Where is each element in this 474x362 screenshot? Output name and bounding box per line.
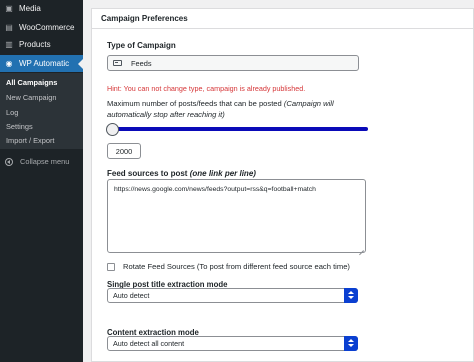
- submenu: All Campaigns New Campaign Log Settings …: [0, 73, 83, 149]
- content-extraction-value: Auto detect all content: [113, 339, 185, 348]
- woocommerce-icon: ▤: [5, 22, 13, 32]
- sidebar-item-wp-automatic[interactable]: ◉ WP Automatic: [0, 55, 83, 72]
- sidebar-item-label: WooCommerce: [19, 23, 75, 32]
- submenu-item-settings[interactable]: Settings: [6, 122, 33, 131]
- campaign-type-label: Type of Campaign: [107, 41, 176, 50]
- collapse-menu-button[interactable]: Collapse menu: [5, 157, 69, 166]
- sidebar-item-woocommerce[interactable]: ▤ WooCommerce: [0, 19, 83, 36]
- submenu-item-all-campaigns[interactable]: All Campaigns: [6, 78, 57, 87]
- admin-sidebar: ▣ Media ▤ WooCommerce ▥ Products ◉ WP Au…: [0, 0, 83, 362]
- panel-header: Campaign Preferences: [92, 9, 474, 29]
- content-extraction-select[interactable]: Auto detect all content: [107, 336, 358, 351]
- sidebar-item-label: Media: [19, 4, 41, 13]
- type-hint: Hint: You can not change type, campaign …: [107, 84, 306, 93]
- automatic-icon: ◉: [5, 58, 13, 68]
- collapse-icon: [5, 157, 13, 166]
- title-extraction-value: Auto detect: [113, 291, 150, 300]
- sidebar-item-products[interactable]: ▥ Products: [0, 36, 83, 53]
- feed-sources-textarea[interactable]: https://news.google.com/news/feeds?outpu…: [107, 179, 366, 253]
- max-posts-text: Maximum number of posts/feeds that can b…: [107, 99, 282, 108]
- sidebar-item-label: Products: [19, 40, 51, 49]
- campaign-type-field: Feeds: [107, 55, 359, 71]
- feed-sources-text: Feed sources to post: [107, 169, 188, 178]
- sidebar-item-media[interactable]: ▣ Media: [0, 0, 83, 17]
- media-icon: ▣: [5, 3, 13, 13]
- feed-type-icon: [113, 60, 122, 66]
- submenu-item-log[interactable]: Log: [6, 108, 18, 117]
- rotate-feed-sources-checkbox[interactable]: [107, 262, 115, 271]
- rotate-feed-sources-row[interactable]: Rotate Feed Sources (To post from differ…: [107, 262, 350, 271]
- max-posts-slider-handle[interactable]: [106, 123, 119, 136]
- campaign-preferences-panel: Campaign Preferences Type of Campaign Fe…: [91, 8, 474, 362]
- panel-title: Campaign Preferences: [101, 14, 188, 23]
- select-arrows-icon: [344, 336, 358, 351]
- feed-sources-value: https://news.google.com/news/feeds?outpu…: [114, 186, 316, 193]
- sidebar-item-label: WP Automatic: [19, 59, 70, 68]
- campaign-type-value: Feeds: [131, 58, 152, 68]
- collapse-label: Collapse menu: [20, 157, 70, 166]
- title-extraction-select[interactable]: Auto detect: [107, 288, 358, 303]
- feed-sources-note: (one link per line): [189, 169, 256, 178]
- submenu-item-import-export[interactable]: Import / Export: [6, 136, 54, 145]
- rotate-feed-sources-label: Rotate Feed Sources (To post from differ…: [123, 262, 350, 271]
- active-indicator: [78, 59, 83, 69]
- resize-handle-icon[interactable]: [358, 245, 364, 251]
- max-posts-label: Maximum number of posts/feeds that can b…: [107, 98, 377, 120]
- max-posts-slider-track[interactable]: [109, 127, 368, 131]
- submenu-item-new-campaign[interactable]: New Campaign: [6, 93, 57, 102]
- products-icon: ▥: [5, 39, 13, 49]
- max-posts-input[interactable]: 2000: [107, 143, 141, 159]
- feed-sources-label: Feed sources to post (one link per line): [107, 169, 256, 178]
- select-arrows-icon: [344, 288, 358, 303]
